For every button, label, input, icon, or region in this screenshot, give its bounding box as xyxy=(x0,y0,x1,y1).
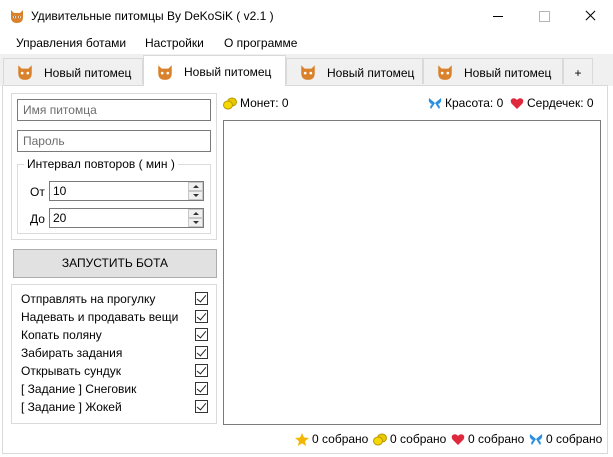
start-bot-button[interactable]: ЗАПУСТИТЬ БОТА xyxy=(13,249,217,278)
cat-icon xyxy=(18,65,32,80)
tab-content: Интервал повторов ( мин ) От 10 До 20 ЗА… xyxy=(2,85,608,454)
coins-collected-text: 0 собрано xyxy=(390,432,447,446)
option-jockey[interactable]: [ Задание ] Жокей xyxy=(21,398,209,416)
to-spin-down[interactable] xyxy=(188,218,203,227)
from-spin-down[interactable] xyxy=(188,191,203,200)
minimize-button[interactable] xyxy=(475,0,521,32)
coin-icon xyxy=(223,97,237,110)
tab-label: Новый питомец xyxy=(327,66,415,80)
tab-label: Новый питомец xyxy=(44,66,132,80)
close-button[interactable] xyxy=(567,0,613,32)
add-tab-label: + xyxy=(574,66,582,80)
hearts-collected-text: 0 собрано xyxy=(468,432,525,446)
pet-name-input[interactable] xyxy=(17,99,211,121)
heart-icon xyxy=(451,434,465,445)
stars-collected-text: 0 собрано xyxy=(312,432,369,446)
to-value: 20 xyxy=(53,211,67,225)
title-bar: Удивительные питомцы By DeKoSiK ( v2.1 ) xyxy=(0,0,613,32)
tab-label: Новый питомец xyxy=(184,65,272,79)
cat-icon xyxy=(11,10,23,23)
option-checkbox[interactable] xyxy=(195,346,208,359)
interval-title: Интервал повторов ( мин ) xyxy=(24,157,178,171)
tab-pet-4[interactable]: Новый питомец xyxy=(423,58,563,84)
option-label: Отправлять на прогулку xyxy=(21,292,156,306)
from-spin-up[interactable] xyxy=(188,182,203,191)
option-dig[interactable]: Копать поляну xyxy=(21,326,209,344)
from-spin-buttons xyxy=(188,182,203,200)
tab-strip: Новый питомец Новый питомец Новый питоме… xyxy=(0,54,613,86)
heart-icon xyxy=(510,98,524,109)
coin-icon xyxy=(373,433,387,446)
option-label: [ Задание ] Снеговик xyxy=(21,382,137,396)
option-checkbox[interactable] xyxy=(195,328,208,341)
cat-icon xyxy=(158,65,172,80)
option-label: Копать поляну xyxy=(21,328,102,342)
tab-label: Новый питомец xyxy=(464,66,552,80)
butterfly-icon xyxy=(529,434,543,445)
add-tab-button[interactable]: + xyxy=(563,58,593,84)
option-label: Забирать задания xyxy=(21,346,123,360)
to-spinner[interactable]: 20 xyxy=(49,208,204,228)
from-label: От xyxy=(30,185,45,199)
option-tasks[interactable]: Забирать задания xyxy=(21,344,209,362)
from-value: 10 xyxy=(53,184,67,198)
butterflies-collected: 0 собрано xyxy=(529,432,602,446)
option-checkbox[interactable] xyxy=(195,382,208,395)
window-title: Удивительные питомцы By DeKoSiK ( v2.1 ) xyxy=(31,9,274,23)
menu-about[interactable]: О программе xyxy=(224,36,297,50)
interval-group: Интервал повторов ( мин ) От 10 До 20 xyxy=(17,157,211,234)
option-label: [ Задание ] Жокей xyxy=(21,400,122,414)
cat-icon xyxy=(301,65,315,80)
butterfly-icon xyxy=(428,98,442,109)
stars-collected: 0 собрано xyxy=(295,432,368,446)
option-items[interactable]: Надевать и продавать вещи xyxy=(21,308,209,326)
maximize-button[interactable] xyxy=(521,0,567,32)
butterflies-collected-text: 0 собрано xyxy=(546,432,603,446)
options-panel: Отправлять на прогулку Надевать и продав… xyxy=(11,284,217,424)
to-spin-buttons xyxy=(188,209,203,227)
to-label: До xyxy=(30,212,45,226)
account-panel: Интервал повторов ( мин ) От 10 До 20 xyxy=(11,93,217,240)
to-spin-up[interactable] xyxy=(188,209,203,218)
option-snowman[interactable]: [ Задание ] Снеговик xyxy=(21,380,209,398)
from-spinner[interactable]: 10 xyxy=(49,181,204,201)
log-area[interactable] xyxy=(223,120,601,425)
star-icon xyxy=(295,433,309,446)
coins-text: Монет: 0 xyxy=(240,96,289,110)
beauty-stat: Красота: 0 xyxy=(428,96,503,110)
tab-pet-3[interactable]: Новый питомец xyxy=(286,58,423,84)
option-checkbox[interactable] xyxy=(195,400,208,413)
menu-settings[interactable]: Настройки xyxy=(145,36,204,50)
beauty-text: Красота: 0 xyxy=(445,96,504,110)
option-checkbox[interactable] xyxy=(195,292,208,305)
password-input[interactable] xyxy=(17,130,211,152)
tab-pet-1[interactable]: Новый питомец xyxy=(3,58,143,84)
option-walk[interactable]: Отправлять на прогулку xyxy=(21,290,209,308)
coins-stat: Монет: 0 xyxy=(223,96,289,110)
coins-collected: 0 собрано xyxy=(373,432,446,446)
option-checkbox[interactable] xyxy=(195,310,208,323)
hearts-stat: Сердечек: 0 xyxy=(510,96,594,110)
option-chest[interactable]: Открывать сундук xyxy=(21,362,209,380)
menu-bot-management[interactable]: Управления ботами xyxy=(16,36,126,50)
cat-icon xyxy=(438,65,452,80)
option-label: Надевать и продавать вещи xyxy=(21,310,179,324)
option-label: Открывать сундук xyxy=(21,364,121,378)
menu-bar: Управления ботами Настройки О программе xyxy=(0,32,613,54)
tab-pet-2[interactable]: Новый питомец xyxy=(143,55,286,86)
option-checkbox[interactable] xyxy=(195,364,208,377)
hearts-collected: 0 собрано xyxy=(451,432,524,446)
hearts-text: Сердечек: 0 xyxy=(527,96,594,110)
